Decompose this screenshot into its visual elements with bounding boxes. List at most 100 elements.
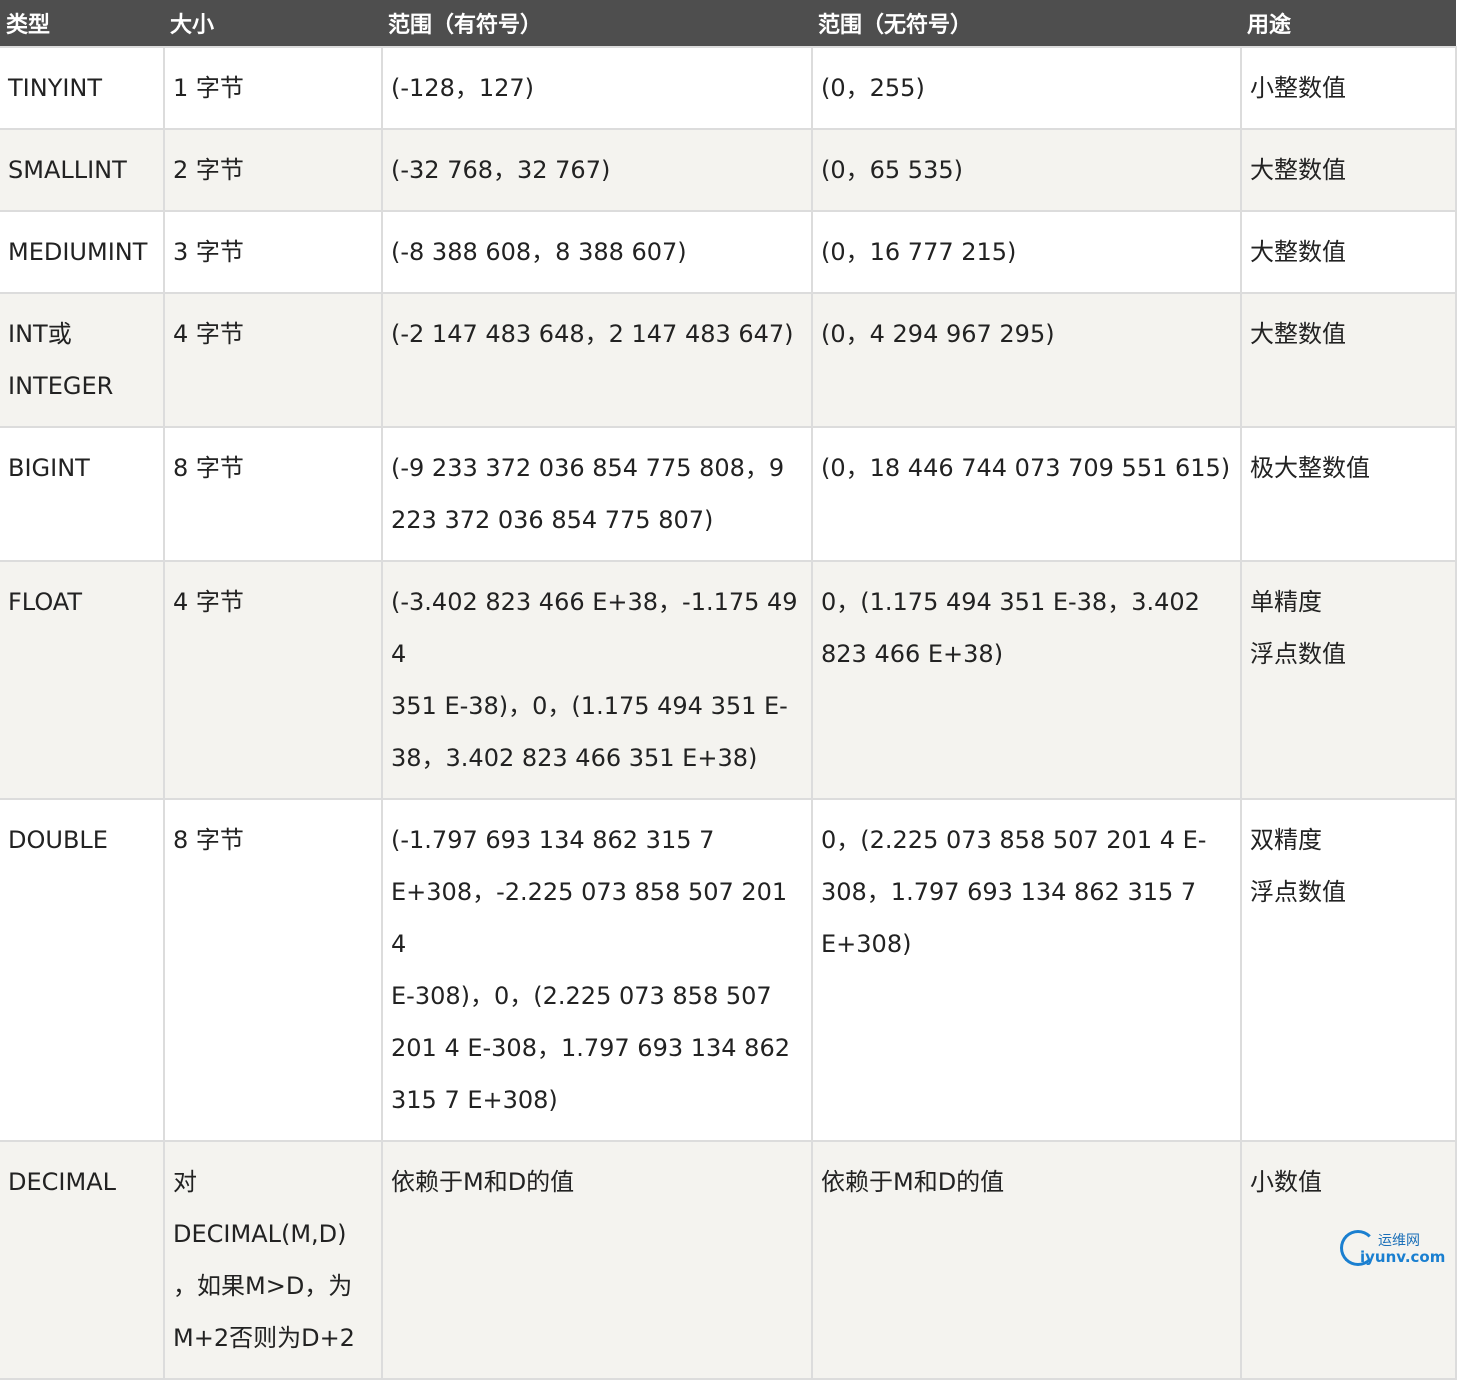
header-row: 类型 大小 范围（有符号） 范围（无符号） 用途: [0, 0, 1456, 47]
watermark-top-text: 运维网: [1378, 1233, 1420, 1249]
cell-use-line: 浮点数值: [1250, 878, 1346, 906]
cell-size-line: M+2否则为D+2: [173, 1324, 355, 1352]
table-row: TINYINT 1 字节 (-128，127) (0，255) 小整数值: [0, 46, 1457, 130]
cell-use: 大整数值: [1240, 210, 1457, 294]
cell-unsigned-range-line: 823 466 E+38): [821, 640, 1004, 668]
cell-unsigned-range: 依赖于M和D的值: [811, 1140, 1242, 1380]
cell-type-line: BIGINT: [8, 454, 90, 482]
cell-size-line: 1 字节: [173, 74, 244, 102]
cell-signed-range: (-32 768，32 767): [381, 128, 813, 212]
cell-use-line: 小整数值: [1250, 74, 1346, 102]
cell-type: SMALLINT: [0, 128, 165, 212]
cell-size-line: DECIMAL(M,D): [173, 1220, 347, 1248]
cell-size: 8 字节: [163, 426, 383, 562]
cell-unsigned-range: (0，18 446 744 073 709 551 615): [811, 426, 1242, 562]
header-type: 类型: [0, 0, 164, 47]
cell-size-line: 4 字节: [173, 320, 244, 348]
table-row: MEDIUMINT 3 字节 (-8 388 608，8 388 607) (0，16…: [0, 210, 1457, 294]
cell-signed-range-line: 201 4 E-308，1.797 693 134 862: [391, 1034, 790, 1062]
cell-signed-range-line: (-32 768，32 767): [391, 156, 611, 184]
cell-unsigned-range-line: E+308): [821, 930, 912, 958]
cell-size-line: 8 字节: [173, 826, 244, 854]
cell-unsigned-range: (0，255): [811, 46, 1242, 130]
cell-unsigned-range-line: 0，(2.225 073 858 507 201 4 E-: [821, 826, 1207, 854]
cell-signed-range: (-128，127): [381, 46, 813, 130]
header-signed-range: 范围（有符号）: [382, 0, 812, 47]
cell-type: DECIMAL: [0, 1140, 165, 1380]
table-row: FLOAT 4 字节 (-3.402 823 466 E+38，-1.175 494…: [0, 560, 1457, 800]
cell-type-line: DECIMAL: [8, 1168, 116, 1196]
cell-signed-range-line: (-2 147 483 648，2 147 483 647): [391, 320, 794, 348]
cell-type: MEDIUMINT: [0, 210, 165, 294]
cell-signed-range: 依赖于M和D的值: [381, 1140, 813, 1380]
cell-signed-range-line: E-308)，0，(2.225 073 858 507: [391, 982, 772, 1010]
cell-use-line: 小数值: [1250, 1168, 1322, 1196]
cell-signed-range-line: (-1.797 693 134 862 315 7: [391, 826, 715, 854]
cell-unsigned-range: (0，65 535): [811, 128, 1242, 212]
cell-signed-range-line: 315 7 E+308): [391, 1086, 558, 1114]
cell-signed-range-line: (-9 233 372 036 854 775 808，9: [391, 454, 785, 482]
cell-signed-range: (-2 147 483 648，2 147 483 647): [381, 292, 813, 428]
cell-type: DOUBLE: [0, 798, 165, 1142]
cell-use: 小整数值: [1240, 46, 1457, 130]
cell-size-line: 对: [173, 1168, 197, 1196]
cell-size-line: 8 字节: [173, 454, 244, 482]
table-row: DECIMAL 对 DECIMAL(M,D) ，如果M>D，为 M+2否则为D+2 依赖于…: [0, 1140, 1457, 1380]
cell-type-line: DOUBLE: [8, 826, 108, 854]
cell-signed-range: (-1.797 693 134 862 315 7 E+308，-2.225 07…: [381, 798, 813, 1142]
cell-type-line: SMALLINT: [8, 156, 127, 184]
cell-type-line: FLOAT: [8, 588, 83, 616]
cell-unsigned-range: (0，16 777 215): [811, 210, 1242, 294]
cell-type: INT或 INTEGER: [0, 292, 165, 428]
cell-signed-range-line: (-8 388 608，8 388 607): [391, 238, 687, 266]
cell-size-line: 4 字节: [173, 588, 244, 616]
cell-use: 极大整数值: [1240, 426, 1457, 562]
table-body: TINYINT 1 字节 (-128，127) (0，255) 小整数值 SMALLINT…: [0, 46, 1457, 1380]
cell-type-line: MEDIUMINT: [8, 238, 148, 266]
table-row: INT或 INTEGER 4 字节 (-2 147 483 648，2 147 483…: [0, 292, 1457, 428]
cell-size: 4 字节: [163, 560, 383, 800]
cell-type-line: INT或: [8, 320, 72, 348]
cell-signed-range-line: 223 372 036 854 775 807): [391, 506, 714, 534]
cell-unsigned-range-line: 308，1.797 693 134 862 315 7: [821, 878, 1197, 906]
cell-unsigned-range-line: (0，4 294 967 295): [821, 320, 1055, 348]
cell-use: 大整数值: [1240, 128, 1457, 212]
cell-signed-range: (-8 388 608，8 388 607): [381, 210, 813, 294]
table-row: BIGINT 8 字节 (-9 233 372 036 854 775 808，9 2…: [0, 426, 1457, 562]
integer-types-table: 类型 大小 范围（有符号） 范围（无符号） 用途 TINYINT 1 字节 (-12…: [0, 0, 1457, 1380]
cell-size-line: 3 字节: [173, 238, 244, 266]
cell-size: 4 字节: [163, 292, 383, 428]
cell-size: 1 字节: [163, 46, 383, 130]
header-use: 用途: [1241, 0, 1456, 47]
cell-unsigned-range: 0，(2.225 073 858 507 201 4 E- 308，1.797 6…: [811, 798, 1242, 1142]
cell-use: 大整数值: [1240, 292, 1457, 428]
cell-type: BIGINT: [0, 426, 165, 562]
cell-size: 2 字节: [163, 128, 383, 212]
cell-size-line: ，如果M>D，为: [173, 1272, 353, 1300]
cell-signed-range-line: 351 E-38)，0，(1.175 494 351 E-: [391, 692, 788, 720]
cell-size: 3 字节: [163, 210, 383, 294]
table-header: 类型 大小 范围（有符号） 范围（无符号） 用途: [0, 0, 1456, 47]
cell-signed-range-line: (-128，127): [391, 74, 535, 102]
cell-use: 双精度 浮点数值: [1240, 798, 1457, 1142]
cell-size: 8 字节: [163, 798, 383, 1142]
cell-unsigned-range-line: 0，(1.175 494 351 E-38，3.402: [821, 588, 1200, 616]
cell-type: FLOAT: [0, 560, 165, 800]
cell-signed-range: (-9 233 372 036 854 775 808，9 223 372 036…: [381, 426, 813, 562]
cell-use-line: 双精度: [1250, 826, 1322, 854]
cell-use: 单精度 浮点数值: [1240, 560, 1457, 800]
cell-type: TINYINT: [0, 46, 165, 130]
table-row: SMALLINT 2 字节 (-32 768，32 767) (0，65 535) 大整…: [0, 128, 1457, 212]
cell-use-line: 浮点数值: [1250, 640, 1346, 668]
cell-use-line: 大整数值: [1250, 156, 1346, 184]
cell-type-line: INTEGER: [8, 372, 114, 400]
cell-unsigned-range-line: (0，18 446 744 073 709 551 615): [821, 454, 1231, 482]
cell-unsigned-range: (0，4 294 967 295): [811, 292, 1242, 428]
cell-size: 对 DECIMAL(M,D) ，如果M>D，为 M+2否则为D+2: [163, 1140, 383, 1380]
watermark-bottom-text: iyunv.com: [1360, 1248, 1446, 1266]
cell-signed-range-line: 38，3.402 823 466 351 E+38): [391, 744, 758, 772]
cell-signed-range-line: E+308，-2.225 073 858 507 201 4: [391, 878, 788, 958]
cell-type-line: TINYINT: [8, 74, 103, 102]
cell-signed-range-line: 依赖于M和D的值: [391, 1168, 575, 1196]
cell-size-line: 2 字节: [173, 156, 244, 184]
